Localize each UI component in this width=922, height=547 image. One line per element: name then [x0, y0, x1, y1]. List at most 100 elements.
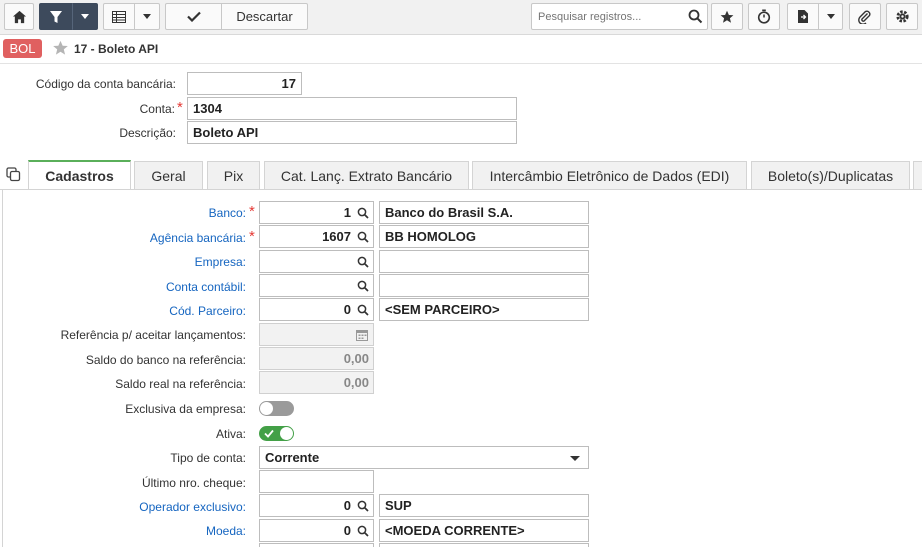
star-icon — [720, 10, 734, 23]
tab-divider — [0, 189, 922, 190]
record-title-bar: BOL 17 - Boleto API — [0, 36, 922, 62]
conta-contabil-code-field[interactable] — [259, 274, 374, 297]
conta-contabil-label[interactable]: Conta contábil: — [0, 280, 246, 294]
required-marker: * — [177, 99, 183, 116]
saldo-banco-label: Saldo do banco na referência: — [85, 353, 246, 367]
moeda-label[interactable]: Moeda: — [0, 524, 246, 538]
settings-button[interactable] — [886, 3, 918, 30]
empresa-label[interactable]: Empresa: — [0, 255, 246, 269]
agencia-code: 1607 — [322, 229, 351, 244]
divider — [0, 63, 922, 64]
chevron-down-icon — [143, 14, 151, 19]
ativa-toggle[interactable] — [259, 426, 294, 441]
tab-cadastros[interactable]: Cadastros — [28, 160, 131, 190]
parceiro-label[interactable]: Cód. Parceiro: — [0, 304, 246, 318]
tab-overflow[interactable] — [913, 161, 922, 190]
tab-cat-lanc-extrato[interactable]: Cat. Lanç. Extrato Bancário — [264, 161, 469, 190]
codigo-label: Código da conta bancária: — [35, 77, 176, 91]
search-icon[interactable] — [357, 256, 369, 268]
favorite-button[interactable] — [711, 3, 743, 30]
operador-desc-field: SUP — [379, 494, 589, 517]
search-icon[interactable] — [357, 304, 369, 316]
referencia-label: Referência p/ aceitar lançamentos: — [60, 328, 246, 342]
exclusiva-toggle[interactable] — [259, 401, 294, 416]
table-icon — [112, 10, 126, 23]
attachment-button[interactable] — [849, 3, 881, 30]
parceiro-code-field[interactable]: 0 — [259, 298, 374, 321]
cheque-label: Último nro. cheque: — [141, 476, 246, 490]
search-input[interactable] — [532, 4, 682, 29]
agencia-code-field[interactable]: 1607 — [259, 225, 374, 248]
next-row-desc-field — [379, 543, 589, 547]
tab-edi[interactable]: Intercâmbio Eletrônico de Dados (EDI) — [472, 161, 747, 190]
search-icon[interactable] — [357, 280, 369, 292]
grid-view-button[interactable] — [103, 3, 135, 30]
codigo-field[interactable]: 17 — [187, 72, 302, 95]
grid-dropdown-button[interactable] — [135, 3, 160, 30]
page-title: 17 - Boleto API — [74, 42, 159, 56]
operador-label[interactable]: Operador exclusivo: — [0, 500, 246, 514]
conta-label: Conta: — [139, 102, 175, 116]
search-icon[interactable] — [357, 207, 369, 219]
exclusiva-label: Exclusiva da empresa: — [125, 402, 246, 416]
saldo-real-field: 0,00 — [259, 371, 374, 394]
descricao-field[interactable]: Boleto API — [187, 121, 517, 144]
save-button[interactable] — [165, 3, 222, 30]
export-button[interactable] — [787, 3, 819, 30]
parceiro-desc-field: <SEM PARCEIRO> — [379, 298, 589, 321]
banco-label[interactable]: Banco: — [0, 206, 246, 220]
chevron-down-icon — [826, 14, 835, 19]
tab-pix[interactable]: Pix — [207, 161, 260, 190]
saldo-banco-field: 0,00 — [259, 347, 374, 370]
search-box — [531, 3, 708, 30]
empresa-desc-field — [379, 250, 589, 273]
required-marker: * — [249, 203, 255, 220]
check-icon — [186, 11, 201, 22]
filter-button[interactable] — [39, 3, 72, 30]
stopwatch-icon — [757, 9, 771, 24]
toggle-knob — [260, 402, 273, 415]
chevron-down-icon — [570, 456, 580, 461]
moeda-code-field[interactable]: 0 — [259, 519, 374, 542]
entity-badge: BOL — [3, 39, 42, 58]
discard-button[interactable]: Descartar — [222, 3, 308, 30]
chevron-down-icon — [81, 14, 89, 19]
moeda-code: 0 — [343, 523, 351, 538]
tipo-conta-select[interactable]: Corrente — [259, 446, 589, 469]
tab-bar: Cadastros Geral Pix Cat. Lanç. Extrato B… — [0, 160, 922, 190]
banco-code-field[interactable]: 1 — [259, 201, 374, 224]
conta-contabil-desc-field — [379, 274, 589, 297]
tab-geral[interactable]: Geral — [134, 161, 203, 190]
empresa-code-field[interactable] — [259, 250, 374, 273]
required-marker: * — [249, 228, 255, 245]
operador-code-field[interactable]: 0 — [259, 494, 374, 517]
filter-dropdown-button[interactable] — [72, 3, 98, 30]
tab-boletos-duplicatas[interactable]: Boleto(s)/Duplicatas — [751, 161, 910, 190]
file-export-icon — [797, 10, 808, 23]
home-icon — [12, 10, 26, 23]
parceiro-code: 0 — [343, 302, 351, 317]
operador-code: 0 — [343, 498, 351, 513]
paperclip-icon — [858, 10, 871, 24]
moeda-desc-field: <MOEDA CORRENTE> — [379, 519, 589, 542]
search-icon[interactable] — [357, 500, 369, 512]
toggle-knob — [280, 427, 293, 440]
descricao-label: Descrição: — [119, 126, 176, 140]
toolbar: Descartar — [0, 0, 922, 35]
tipo-conta-value: Corrente — [265, 450, 320, 465]
export-dropdown-button[interactable] — [819, 3, 843, 30]
home-button[interactable] — [4, 3, 34, 30]
search-icon[interactable] — [357, 525, 369, 537]
calendar-icon — [356, 330, 368, 341]
next-row-field[interactable] — [259, 543, 374, 547]
search-icon[interactable] — [357, 231, 369, 243]
timer-button[interactable] — [748, 3, 780, 30]
star-icon[interactable] — [52, 40, 69, 56]
filter-icon — [49, 10, 62, 23]
conta-field[interactable]: 1304 — [187, 97, 517, 120]
agencia-desc-field: BB HOMOLOG — [379, 225, 589, 248]
gear-icon — [895, 10, 909, 23]
agencia-label[interactable]: Agência bancária: — [0, 231, 246, 245]
cheque-field[interactable] — [259, 470, 374, 493]
search-icon[interactable] — [688, 9, 703, 24]
